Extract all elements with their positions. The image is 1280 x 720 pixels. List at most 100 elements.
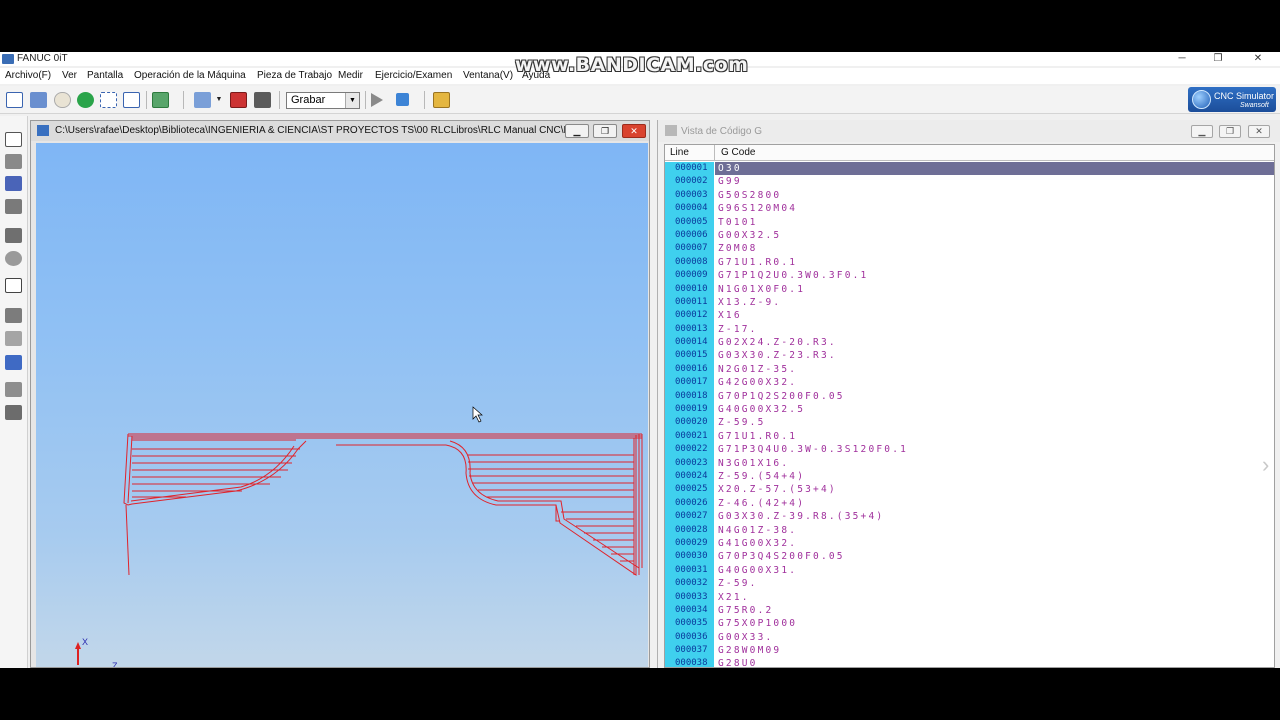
gcode-row[interactable]: 000020 Z-59.5 [665, 416, 1274, 429]
menu-item-0[interactable]: Archivo(F) [5, 70, 51, 81]
sim-restore-button[interactable]: ❐ [593, 124, 617, 138]
gcode-restore-button[interactable]: ❐ [1219, 125, 1241, 138]
gcode-window-title: Vista de Código G [681, 126, 762, 137]
gcode-row[interactable]: 000012 X16 [665, 309, 1274, 322]
gcode-table-header: Line G Code [665, 145, 1274, 161]
gcode-row[interactable]: 000006 G00X32.5 [665, 229, 1274, 242]
workpiece-icon[interactable] [5, 132, 22, 147]
gcode-row[interactable]: 000028 N4G01Z-38. [665, 524, 1274, 537]
gcode-row[interactable]: 000009 G71P1Q2U0.3W0.3F0.1 [665, 269, 1274, 282]
fit-view-icon[interactable] [123, 92, 140, 108]
zoom-icon[interactable] [5, 278, 22, 293]
save-record-icon[interactable] [230, 92, 247, 108]
close-button[interactable]: ✕ [1246, 52, 1270, 66]
pan-hand-icon[interactable] [54, 92, 71, 108]
gcode-minimize-button[interactable]: ▁ [1191, 125, 1213, 138]
gcode-close-button[interactable]: ✕ [1248, 125, 1270, 138]
rectangle-select-icon[interactable] [100, 92, 117, 108]
tool-change-icon[interactable] [5, 382, 22, 397]
gcode-instruction: O30 [718, 163, 742, 174]
gcode-instruction: G00X32.5 [718, 229, 782, 241]
menu-item-7[interactable]: Ventana(V) [463, 70, 513, 81]
machine-settings-icon[interactable] [433, 92, 450, 108]
gcode-row[interactable]: 000030 G70P3Q4S200F0.05 [665, 550, 1274, 563]
gcode-row[interactable]: 000004 G96S120M04 [665, 202, 1274, 215]
chevron-down-icon[interactable]: ▼ [345, 93, 359, 108]
refresh-icon[interactable] [152, 92, 169, 108]
edit-icon[interactable] [6, 92, 23, 108]
gcode-row[interactable]: 000025 X20.Z-57.(53+4) [665, 483, 1274, 496]
menu-item-5[interactable]: Medir [338, 70, 363, 81]
gcode-row[interactable]: 000005 T0101 [665, 216, 1274, 229]
eraser-icon[interactable] [5, 154, 22, 169]
sim-close-button[interactable]: ✕ [622, 124, 646, 138]
zoom-window-icon[interactable] [30, 92, 47, 108]
gcode-row[interactable]: 000026 Z-46.(42+4) [665, 497, 1274, 510]
play-icon[interactable] [371, 93, 383, 107]
stop-icon[interactable] [396, 93, 409, 106]
gcode-table[interactable]: Line G Code 000001 O30 000002 G99 000003 G50S… [664, 144, 1275, 668]
gcode-row[interactable]: 000022 G71P3Q4U0.3W-0.3S120F0.1 [665, 443, 1274, 456]
gcode-row[interactable]: 000033 X21. [665, 591, 1274, 604]
gcode-row[interactable]: 000002 G99 [665, 175, 1274, 188]
gcode-row[interactable]: 000037 G28W0M09 [665, 644, 1274, 657]
gcode-row[interactable]: 000034 G75R0.2 [665, 604, 1274, 617]
chevron-right-icon[interactable]: › [1262, 452, 1269, 478]
half-section-icon[interactable] [5, 251, 22, 266]
gcode-row[interactable]: 000031 G40G00X31. [665, 564, 1274, 577]
gcode-row[interactable]: 000011 X13.Z-9. [665, 296, 1274, 309]
swansoft-logo-icon [1192, 90, 1211, 109]
gcode-row[interactable]: 000007 Z0M08 [665, 242, 1274, 255]
tool-path-icon[interactable] [194, 92, 211, 108]
menu-item-1[interactable]: Ver [62, 70, 77, 81]
gcode-row[interactable]: 000008 G71U1.R0.1 [665, 256, 1274, 269]
gcode-row[interactable]: 000019 G40G00X32.5 [665, 403, 1274, 416]
gcode-row[interactable]: 000032 Z-59. [665, 577, 1274, 590]
gcode-instruction: G75R0.2 [718, 604, 774, 616]
mode-select[interactable]: Grabar ▼ [286, 92, 360, 109]
3d-viewport[interactable]: X Z [36, 143, 648, 667]
gcode-row[interactable]: 000024 Z-59.(54+4) [665, 470, 1274, 483]
toolbar-separator [365, 91, 366, 109]
sim-minimize-button[interactable]: ▁ [565, 124, 589, 138]
gcode-row[interactable]: 000036 G00X33. [665, 631, 1274, 644]
gcode-row[interactable]: 000035 G75X0P1000 [665, 617, 1274, 630]
gcode-line-number: 000019 [675, 404, 708, 415]
maximize-button[interactable]: ❐ [1206, 52, 1230, 66]
menu-item-3[interactable]: Operación de la Máquina [134, 70, 246, 81]
gcode-row[interactable]: 000038 G28U0 [665, 657, 1274, 667]
gcode-row[interactable]: 000018 G70P1Q2S200F0.05 [665, 390, 1274, 403]
gcode-row[interactable]: 000021 G71U1.R0.1 [665, 430, 1274, 443]
gcode-row[interactable]: 000013 Z-17. [665, 323, 1274, 336]
menu-item-2[interactable]: Pantalla [87, 70, 123, 81]
tool-icon[interactable] [5, 228, 22, 243]
dropdown-icon[interactable]: ▼ [214, 92, 224, 108]
gcode-line-number: 000034 [675, 604, 708, 615]
gcode-row[interactable]: 000016 N2G01Z-35. [665, 363, 1274, 376]
gcode-row[interactable]: 000023 N3G01X16. [665, 457, 1274, 470]
gcode-instruction: G40G00X31. [718, 564, 798, 576]
cube-view-icon[interactable] [5, 331, 22, 346]
minimize-button[interactable]: ─ [1170, 52, 1194, 66]
save-icon[interactable] [254, 92, 271, 108]
tool-holder-icon[interactable] [5, 405, 22, 420]
menu-item-6[interactable]: Ejercicio/Examen [375, 70, 452, 81]
gcode-row[interactable]: 000017 G42G00X32. [665, 376, 1274, 389]
layer-icon[interactable] [5, 355, 22, 370]
gcode-line-number: 000032 [675, 578, 708, 589]
pencil-icon[interactable] [5, 176, 22, 191]
rotate-icon[interactable] [77, 92, 94, 108]
measure-icon[interactable] [5, 199, 22, 214]
cnc-simulator-logo: CNC Simulator Swansoft [1188, 87, 1276, 112]
solid-view-icon[interactable] [5, 308, 22, 323]
gcode-row[interactable]: 000001 O30 [665, 162, 1274, 175]
gcode-row[interactable]: 000027 G03X30.Z-39.R8.(35+4) [665, 510, 1274, 523]
menu-item-4[interactable]: Pieza de Trabajo [257, 70, 332, 81]
gcode-row[interactable]: 000010 N1G01X0F0.1 [665, 283, 1274, 296]
z-axis-label: Z [112, 661, 118, 667]
gcode-instruction: G71U1.R0.1 [718, 430, 798, 442]
gcode-row[interactable]: 000014 G02X24.Z-20.R3. [665, 336, 1274, 349]
gcode-row[interactable]: 000015 G03X30.Z-23.R3. [665, 349, 1274, 362]
gcode-row[interactable]: 000003 G50S2800 [665, 189, 1274, 202]
gcode-row[interactable]: 000029 G41G00X32. [665, 537, 1274, 550]
